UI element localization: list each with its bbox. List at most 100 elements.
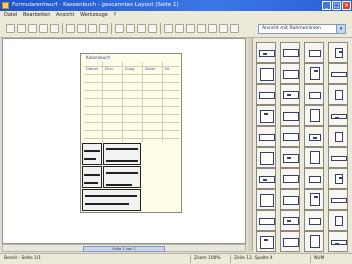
- palette-shape-icon[interactable]: [328, 231, 348, 252]
- rectangle-icon[interactable]: [175, 24, 184, 33]
- scroll-thumb[interactable]: Seite 1 von 1: [83, 246, 165, 252]
- palette-shape-icon[interactable]: [328, 210, 348, 231]
- shape-fill: [339, 177, 343, 179]
- grid-icon[interactable]: [230, 24, 239, 33]
- palette-shape-icon[interactable]: [328, 84, 348, 105]
- palette-shape-icon[interactable]: [256, 63, 276, 84]
- copy-icon[interactable]: [77, 24, 86, 33]
- palette-shape-icon[interactable]: [304, 189, 324, 210]
- shape-fill: [264, 113, 268, 115]
- image-block[interactable]: [82, 166, 102, 188]
- palette-shape-icon[interactable]: [280, 105, 300, 126]
- palette-shape-icon[interactable]: [304, 231, 324, 252]
- palette-shape-icon[interactable]: [256, 42, 276, 63]
- palette-shape-icon[interactable]: [328, 147, 348, 168]
- palette-shape-icon[interactable]: [280, 189, 300, 210]
- palette-shape-icon[interactable]: [256, 126, 276, 147]
- palette-shape-icon[interactable]: [280, 168, 300, 189]
- zoom-out-icon[interactable]: [126, 24, 135, 33]
- shape-outline: [283, 175, 299, 183]
- text-line: [84, 158, 96, 160]
- palette-shape-icon[interactable]: [304, 147, 324, 168]
- palette-shape-icon[interactable]: [256, 210, 276, 231]
- palette-shape-icon[interactable]: [328, 105, 348, 126]
- palette-shape-icon[interactable]: [304, 42, 324, 63]
- menu-help[interactable]: ?: [113, 11, 116, 20]
- new-icon[interactable]: [6, 24, 15, 33]
- menu-file[interactable]: Datei: [4, 11, 17, 20]
- table-icon[interactable]: [197, 24, 206, 33]
- zoom-in-icon[interactable]: [115, 24, 124, 33]
- palette-shape-icon[interactable]: [328, 63, 348, 84]
- save-icon[interactable]: [28, 24, 37, 33]
- palette-shape-icon[interactable]: [280, 147, 300, 168]
- grid-line: [84, 98, 180, 99]
- toolbar-separator: [160, 23, 161, 34]
- menu-view[interactable]: Ansicht: [56, 11, 74, 20]
- shape-outline: [309, 176, 321, 183]
- palette-shape-icon[interactable]: [280, 84, 300, 105]
- palette-shape-icon[interactable]: [280, 231, 300, 252]
- shape-outline: [283, 238, 299, 247]
- align-icon[interactable]: [208, 24, 217, 33]
- grid-line: [84, 114, 180, 115]
- shape-outline: [283, 91, 299, 99]
- undo-icon[interactable]: [99, 24, 108, 33]
- palette-shape-icon[interactable]: [280, 210, 300, 231]
- grid-line: [84, 138, 180, 139]
- open-icon[interactable]: [17, 24, 26, 33]
- line-icon[interactable]: [164, 24, 173, 33]
- palette-shape-icon[interactable]: [256, 147, 276, 168]
- shape-outline: [310, 109, 320, 122]
- palette-shape-icon[interactable]: [256, 168, 276, 189]
- menu-edit[interactable]: Bearbeiten: [23, 11, 50, 20]
- palette-shape-icon[interactable]: [280, 63, 300, 84]
- status-divider: [230, 255, 231, 263]
- view-mode-select[interactable]: Ansicht mit Rahmenlinien ▾: [258, 24, 346, 34]
- shape-outline: [259, 218, 275, 225]
- palette-splitter[interactable]: [248, 38, 253, 252]
- shape-outline: [331, 72, 347, 77]
- pointer-icon[interactable]: [148, 24, 157, 33]
- text-icon[interactable]: [186, 24, 195, 33]
- palette-shape-icon[interactable]: [280, 126, 300, 147]
- image-block[interactable]: [82, 189, 141, 211]
- palette-shape-icon[interactable]: [304, 105, 324, 126]
- minimize-icon[interactable]: _: [322, 1, 331, 10]
- palette-shape-icon[interactable]: [304, 84, 324, 105]
- palette-shape-icon[interactable]: [280, 42, 300, 63]
- menu-tools[interactable]: Werkzeuge: [80, 11, 108, 20]
- palette-shape-icon[interactable]: [304, 168, 324, 189]
- text-line: [84, 182, 98, 184]
- chevron-down-icon[interactable]: ▾: [336, 25, 345, 33]
- horizontal-scrollbar[interactable]: Seite 1 von 1: [2, 244, 246, 252]
- window-title: Formularentwurf - Kassenbuch - gescannte…: [12, 2, 179, 8]
- palette-shape-icon[interactable]: [256, 84, 276, 105]
- maximize-icon[interactable]: □: [332, 1, 341, 10]
- palette-shape-icon[interactable]: [256, 189, 276, 210]
- shape-fill: [287, 220, 291, 222]
- close-icon[interactable]: ×: [342, 1, 351, 10]
- palette-shape-icon[interactable]: [304, 63, 324, 84]
- palette-shape-icon[interactable]: [328, 168, 348, 189]
- print-icon[interactable]: [39, 24, 48, 33]
- palette-shape-icon[interactable]: [304, 210, 324, 231]
- cut-icon[interactable]: [66, 24, 75, 33]
- image-block[interactable]: [82, 143, 102, 165]
- palette-shape-icon[interactable]: [328, 126, 348, 147]
- shape-outline: [331, 240, 347, 245]
- shape-outline: [335, 216, 343, 226]
- palette-shape-icon[interactable]: [256, 105, 276, 126]
- palette-shape-icon[interactable]: [256, 231, 276, 252]
- search-icon[interactable]: [137, 24, 146, 33]
- palette-shape-icon[interactable]: [328, 42, 348, 63]
- paste-icon[interactable]: [88, 24, 97, 33]
- shape-outline: [310, 193, 320, 206]
- palette-shape-icon[interactable]: [304, 126, 324, 147]
- bold-icon[interactable]: [219, 24, 228, 33]
- palette-shape-icon[interactable]: [328, 189, 348, 210]
- shape-fill: [314, 70, 318, 72]
- preview-icon[interactable]: [50, 24, 59, 33]
- shape-outline: [259, 134, 275, 141]
- shape-outline: [283, 70, 299, 79]
